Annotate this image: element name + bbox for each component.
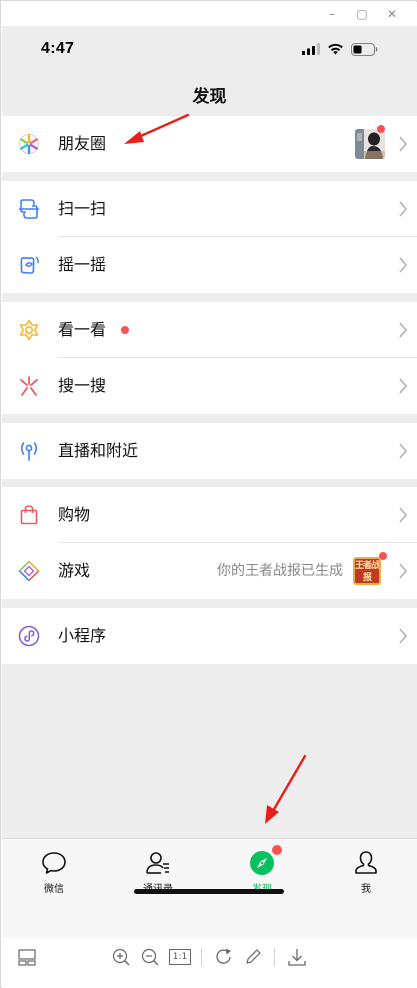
chat-bubble-icon: [42, 852, 66, 874]
layout-toggle-icon[interactable]: [16, 946, 38, 968]
menu-item-shake[interactable]: 摇一摇: [2, 237, 417, 293]
games-badge: [379, 552, 387, 560]
menu-item-label: 直播和附近: [58, 441, 139, 460]
signal-icon: [302, 43, 320, 55]
zoom-out-icon[interactable]: [139, 946, 161, 968]
nav-bar: 发现: [2, 72, 417, 116]
compass-icon: [248, 845, 282, 877]
toolbar-separator: [274, 948, 275, 966]
menu-item-label: 朋友圈: [58, 134, 107, 153]
menu-item-search[interactable]: 搜一搜: [2, 358, 417, 414]
tab-label: 我: [361, 884, 371, 895]
menu-group-scan-shake: 扫一扫 摇一摇: [2, 181, 417, 293]
menu-item-label: 搜一搜: [58, 376, 107, 395]
discover-badge: [272, 845, 282, 855]
top-stories-icon: [19, 319, 39, 341]
moments-icon: [19, 133, 39, 155]
annotation-arrow-icon: [265, 754, 307, 824]
menu-group-stories-search: 看一看 搜一搜: [2, 302, 417, 414]
chevron-right-icon: [399, 507, 408, 523]
game-thumbnail: 王者战报: [353, 557, 381, 585]
maximize-button[interactable]: ▢: [347, 3, 377, 25]
tab-me[interactable]: 我: [331, 849, 401, 895]
live-nearby-icon: [20, 442, 38, 461]
search-icon: [20, 376, 38, 396]
chevron-right-icon: [399, 628, 408, 644]
menu-item-label: 看一看: [58, 320, 107, 339]
menu-item-mini-programs[interactable]: 小程序: [2, 608, 417, 664]
mini-program-icon: [18, 625, 40, 647]
menu-item-scan[interactable]: 扫一扫: [2, 181, 417, 237]
chevron-right-icon: [399, 443, 408, 459]
toolbar-separator: [201, 948, 202, 966]
home-indicator: [134, 889, 284, 894]
game-icon: [18, 560, 40, 582]
battery-icon: [351, 42, 378, 56]
menu-item-label: 摇一摇: [58, 255, 107, 274]
chevron-right-icon: [399, 378, 408, 394]
moments-thumbnail: [355, 129, 385, 159]
annotation-arrow-icon: [124, 113, 190, 144]
minimize-button[interactable]: –: [317, 3, 347, 25]
status-time: 4:47: [41, 40, 75, 57]
window-titlebar: – ▢ ✕: [2, 2, 417, 26]
chevron-right-icon: [399, 322, 408, 338]
menu-item-live-nearby[interactable]: 直播和附近: [2, 423, 417, 479]
contacts-icon: [146, 852, 169, 874]
shake-icon: [20, 256, 39, 274]
tab-chats[interactable]: 微信: [19, 849, 89, 895]
zoom-in-icon[interactable]: [110, 946, 132, 968]
games-subtitle: 你的王者战报已生成: [217, 563, 343, 579]
menu-item-label: 购物: [58, 505, 91, 524]
tab-label: 微信: [44, 884, 64, 895]
close-button[interactable]: ✕: [377, 3, 407, 25]
menu-item-games[interactable]: 游戏 你的王者战报已生成 王者战报: [2, 543, 417, 599]
viewer-toolbar: 1:1: [2, 938, 417, 988]
chevron-right-icon: [399, 201, 408, 217]
menu-item-label: 扫一扫: [58, 199, 107, 218]
chevron-right-icon: [399, 563, 408, 579]
chevron-right-icon: [399, 136, 408, 152]
menu-group-live-nearby: 直播和附近: [2, 423, 417, 479]
status-bar: 4:47: [2, 26, 417, 72]
page-title: 发现: [192, 86, 227, 107]
actual-size-button[interactable]: 1:1: [169, 949, 191, 965]
menu-group-mini-programs: 小程序: [2, 608, 417, 664]
tab-bar: 微信 通讯录: [2, 838, 417, 938]
menu-group-shop-games: 购物 游戏 你的王者战报已生成 王者战报: [2, 487, 417, 599]
scan-icon: [19, 199, 39, 219]
game-thumbnail-text: 王者战报: [355, 561, 380, 583]
person-icon: [355, 851, 377, 874]
status-icons: [302, 42, 378, 56]
menu-item-moments[interactable]: 朋友圈: [2, 116, 417, 172]
download-icon[interactable]: [286, 946, 308, 968]
moments-badge: [377, 125, 385, 133]
menu-item-shopping[interactable]: 购物: [2, 487, 417, 543]
edit-pencil-icon[interactable]: [242, 946, 264, 968]
menu-item-label: 游戏: [58, 561, 91, 580]
rotate-icon[interactable]: [213, 946, 235, 968]
chevron-right-icon: [399, 257, 408, 273]
top-stories-badge: [121, 326, 129, 334]
shopping-bag-icon: [20, 505, 38, 525]
wifi-icon: [328, 43, 343, 55]
menu-group-moments: 朋友圈: [2, 116, 417, 172]
app-window: – ▢ ✕ 4:47 发现 朋友圈 扫一扫 摇一摇 看一看 搜一搜 直播和附近 …: [0, 0, 417, 988]
menu-item-label: 小程序: [58, 626, 107, 645]
phone-screen: 4:47 发现 朋友圈 扫一扫 摇一摇 看一看 搜一搜 直播和附近 购物 游戏 …: [2, 26, 417, 938]
menu-item-top-stories[interactable]: 看一看: [2, 302, 417, 358]
